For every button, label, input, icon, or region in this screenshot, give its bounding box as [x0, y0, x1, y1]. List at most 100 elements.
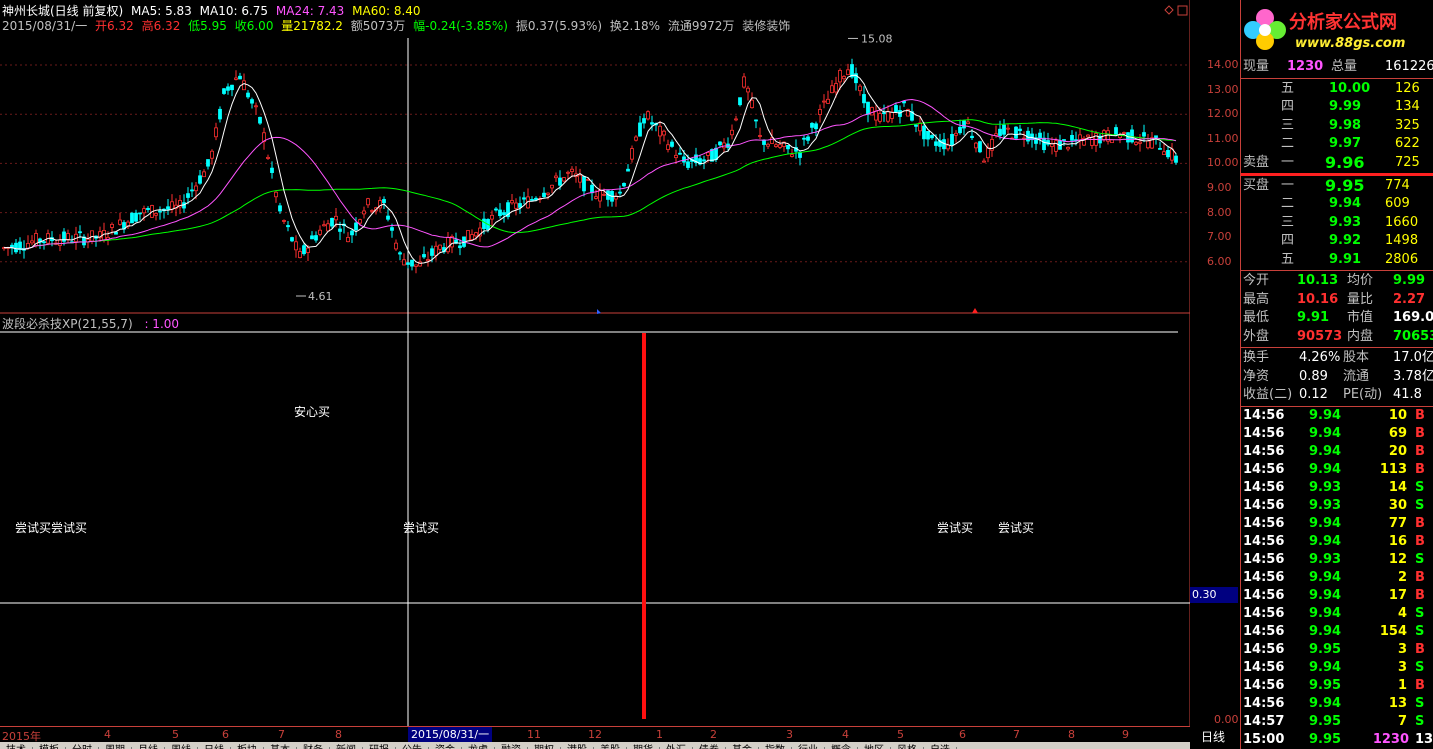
candle-body	[314, 235, 318, 241]
bid-volume: 774	[1385, 178, 1410, 193]
candle-body	[202, 171, 206, 178]
panel-divider	[1241, 347, 1433, 348]
candle-body	[962, 120, 966, 129]
candle-body	[318, 229, 322, 235]
candle-body	[766, 143, 770, 147]
ask-volume: 725	[1395, 154, 1420, 170]
stat2-label: PE(动)	[1343, 387, 1383, 402]
indicator-axis-marker: 0.30	[1190, 587, 1238, 603]
candle-body	[718, 141, 722, 146]
candle-body	[330, 217, 334, 227]
candle-body	[578, 174, 582, 183]
candle-body	[426, 259, 430, 262]
candle-body	[266, 156, 270, 159]
candle-body	[274, 191, 278, 198]
tick-price: 9.94	[1309, 425, 1342, 441]
tick-volume: 69	[1388, 425, 1407, 441]
candle-body	[646, 111, 650, 120]
candle-body	[390, 227, 394, 231]
candle-body	[1122, 132, 1126, 134]
candle-body	[714, 147, 718, 160]
candle-body	[1146, 140, 1150, 149]
candle-body	[482, 218, 486, 230]
candle-body	[250, 99, 254, 104]
bar-low: 低5.95	[188, 19, 227, 33]
tick-time: 14:56	[1243, 551, 1285, 567]
candle-body	[674, 154, 678, 159]
total-vol-value: 161226	[1385, 59, 1433, 74]
candle-body	[722, 142, 726, 149]
now-vol-value: 1230	[1287, 59, 1324, 74]
stat2-value: 0.89	[1299, 368, 1328, 384]
tick-side: S	[1415, 551, 1425, 567]
candle-body	[502, 212, 506, 216]
bar-turnover: 换2.18%	[609, 19, 660, 33]
date-tick-label: 4	[104, 728, 111, 741]
tick-volume: 16	[1388, 533, 1407, 549]
candle-body	[738, 97, 742, 106]
ask-level: 四	[1281, 99, 1295, 115]
indicator-label: 波段必杀技XP(21,55,7) : 1.00	[2, 315, 179, 332]
date-tick-label: 1	[656, 728, 663, 741]
candle-body	[730, 129, 734, 136]
date-tick-label: 12	[588, 728, 602, 741]
tick-price: 9.94	[1309, 659, 1342, 675]
bid-level: 一	[1281, 178, 1295, 193]
candle-body	[926, 131, 930, 140]
candle-body	[334, 215, 338, 221]
candle-body	[870, 107, 874, 116]
tick-price: 9.94	[1309, 587, 1342, 603]
candle-body	[818, 109, 822, 115]
candle-body	[546, 192, 550, 195]
candle-body	[338, 228, 342, 232]
tick-price: 9.94	[1309, 605, 1342, 621]
candle-body	[310, 235, 314, 240]
candle-body	[1062, 139, 1066, 141]
ask-price: 10.00	[1329, 81, 1371, 96]
candle-body	[566, 171, 570, 174]
bid-row: 买盘一 9.95 774	[1243, 177, 1433, 195]
ask-level: 五	[1281, 81, 1295, 96]
selected-date: 2015/08/31/一	[408, 727, 493, 742]
stat2-label: 净资	[1243, 368, 1270, 384]
candle-body	[154, 213, 158, 216]
tick-volume: 113	[1379, 461, 1407, 477]
price-tick-label: 10.00	[1207, 156, 1239, 170]
candle-body	[914, 124, 918, 127]
quote-panel: 分析家公式网 www.88gs.com 现量 1230 总量 161226 五 10.00…	[1201, 0, 1433, 749]
kline-chart-area[interactable]: 15.08 4.61 神州长城(日线 前复权) MA5: 5.83 MA10: 6…	[0, 0, 1239, 749]
candle-body	[66, 233, 70, 240]
date-tick-label: 8	[1068, 728, 1075, 741]
candle-body	[438, 244, 442, 250]
candle-body	[758, 135, 762, 137]
candle-body	[1166, 149, 1170, 158]
tick-time: 14:56	[1243, 479, 1285, 495]
candle-body	[42, 241, 46, 244]
candle-body	[966, 121, 970, 125]
tick-time: 14:56	[1243, 677, 1285, 693]
tick-volume: 20	[1388, 443, 1407, 459]
candle-body	[326, 223, 330, 232]
tick-time: 14:56	[1243, 587, 1285, 603]
ask-level: 二	[1281, 136, 1295, 152]
bar-open: 开6.32	[95, 19, 134, 33]
candle-body	[302, 245, 306, 255]
candle-body	[734, 118, 738, 121]
candle-body	[806, 136, 810, 141]
candle-body	[642, 118, 646, 124]
bar-volume: 量21782.2	[281, 19, 343, 33]
stat-label: 内盘	[1347, 328, 1374, 344]
tick-volume: 3	[1397, 641, 1407, 657]
stat-label: 外盘	[1243, 328, 1270, 344]
kline-svg[interactable]: 15.08 4.61	[0, 0, 1190, 749]
candle-body	[742, 76, 746, 88]
date-tick-label: 8	[335, 728, 342, 741]
tick-price: 9.95	[1309, 641, 1342, 657]
candle-body	[130, 212, 134, 224]
candle-body	[662, 130, 666, 136]
bottom-tab-bar[interactable]: 技术模板分时周期月线周线日线板块基本财务新闻研报公告资金龙虎融资期权港股美股期货…	[0, 742, 1190, 749]
candle-body	[146, 208, 150, 210]
tick-time: 14:56	[1243, 605, 1285, 621]
bid-price: 9.91	[1329, 251, 1362, 267]
candle-body	[254, 105, 258, 108]
